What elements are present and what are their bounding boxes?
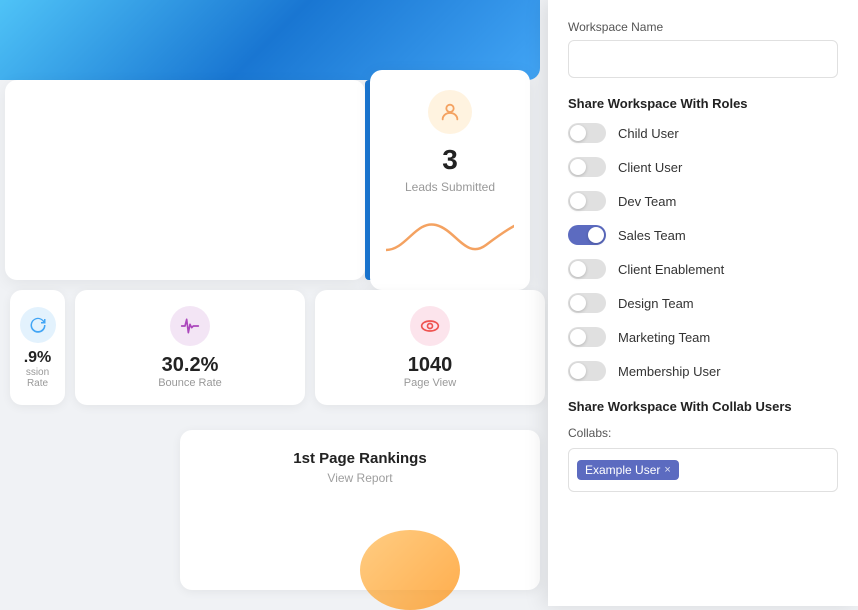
workspace-name-field: Workspace Name [568, 20, 838, 78]
client-enablement-toggle[interactable] [568, 259, 606, 279]
remove-collab-tag-button[interactable]: × [664, 464, 670, 476]
dev-team-label: Dev Team [618, 194, 676, 209]
orange-decoration [360, 530, 460, 610]
page-views-card: 1040 Page View [315, 290, 545, 405]
bounce-rate-card: 30.2% Bounce Rate [75, 290, 305, 405]
client-user-toggle[interactable] [568, 157, 606, 177]
partial-stat-card: .9% ssion Rate [10, 290, 65, 405]
dev-team-toggle[interactable] [568, 191, 606, 211]
bounce-rate-number: 30.2% [162, 354, 219, 377]
workspace-modal: Workspace Name Share Workspace With Role… [548, 0, 858, 606]
eye-icon-wrap [410, 306, 450, 346]
toggle-row-dev-team: Dev Team [568, 191, 838, 211]
leads-icon-circle [428, 90, 472, 134]
membership-user-label: Membership User [618, 364, 721, 379]
bounce-rate-label: Bounce Rate [158, 377, 222, 389]
toggle-row-sales-team: Sales Team [568, 225, 838, 245]
sales-team-label: Sales Team [618, 228, 686, 243]
client-user-label: Client User [618, 160, 682, 175]
partial-stat-number: .9% [24, 349, 52, 367]
leads-label: Leads Submitted [405, 180, 495, 194]
view-report-link[interactable]: View Report [327, 471, 392, 485]
pulse-icon-wrap [170, 306, 210, 346]
child-user-toggle[interactable] [568, 123, 606, 143]
collab-tag-example-user: Example User × [577, 460, 679, 480]
collab-tag-label: Example User [585, 463, 660, 477]
collab-input-box[interactable]: Example User × [568, 448, 838, 492]
toggle-row-client-user: Client User [568, 157, 838, 177]
eye-icon [420, 316, 440, 336]
top-gradient-bar [0, 0, 540, 80]
leads-number: 3 [442, 144, 458, 176]
sales-team-toggle[interactable] [568, 225, 606, 245]
collabs-label: Collabs: [568, 426, 838, 440]
person-icon [439, 101, 461, 123]
share-collabs-section: Share Workspace With Collab Users Collab… [568, 399, 838, 492]
rankings-title: 1st Page Rankings [293, 450, 426, 467]
refresh-icon [29, 316, 47, 334]
partial-stat-label: ssion Rate [20, 367, 55, 389]
main-dashboard-card [5, 80, 365, 280]
child-user-label: Child User [618, 126, 679, 141]
design-team-toggle[interactable] [568, 293, 606, 313]
page-views-label: Page View [404, 377, 456, 389]
workspace-name-input[interactable] [568, 40, 838, 78]
toggle-row-child-user: Child User [568, 123, 838, 143]
page-views-number: 1040 [408, 354, 453, 377]
toggle-row-design-team: Design Team [568, 293, 838, 313]
membership-user-toggle[interactable] [568, 361, 606, 381]
workspace-name-label: Workspace Name [568, 20, 838, 34]
marketing-team-label: Marketing Team [618, 330, 710, 345]
stats-row: .9% ssion Rate 30.2% Bounce Rate 1040 Pa… [0, 290, 555, 405]
client-enablement-label: Client Enablement [618, 262, 724, 277]
design-team-label: Design Team [618, 296, 694, 311]
share-roles-title: Share Workspace With Roles [568, 96, 838, 111]
leads-card: 3 Leads Submitted [370, 70, 530, 290]
toggle-row-marketing-team: Marketing Team [568, 327, 838, 347]
refresh-icon-wrap [20, 307, 56, 343]
wave-chart [386, 210, 514, 270]
pulse-icon [180, 316, 200, 336]
share-collabs-title: Share Workspace With Collab Users [568, 399, 838, 414]
marketing-team-toggle[interactable] [568, 327, 606, 347]
toggle-row-client-enablement: Client Enablement [568, 259, 838, 279]
toggle-row-membership-user: Membership User [568, 361, 838, 381]
share-roles-section: Share Workspace With Roles Child User Cl… [568, 96, 838, 381]
dashboard-panel: 3 Leads Submitted .9% ssion Rate [0, 0, 560, 606]
